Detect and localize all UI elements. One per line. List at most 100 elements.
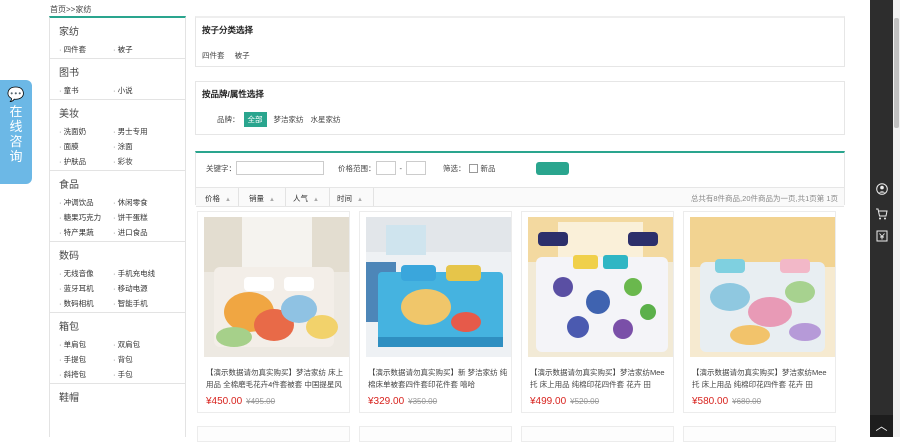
category-link[interactable]: 冲调饮品 [59,197,113,208]
category-title[interactable]: 图书 [59,64,185,79]
brand-option-all[interactable]: 全部 [243,112,267,127]
sort-price[interactable]: 价格 ▲ [205,193,231,204]
keyword-input[interactable] [236,161,324,175]
sort-arrow-icon: ▲ [313,197,319,203]
brand-option[interactable]: 梦洁家纺 [274,114,304,125]
scrollbar-thumb[interactable] [894,18,899,128]
coupon-icon[interactable] [870,226,893,246]
user-icon[interactable] [870,179,893,199]
screen-label: 筛选： [443,163,466,173]
consult-label: 在线咨询 [9,104,23,164]
category-link[interactable]: 进口食品 [113,227,173,238]
sort-popularity[interactable]: 人气 ▲ [293,193,319,204]
category-link[interactable]: 蓝牙耳机 [59,283,113,294]
category-group: 美妆 洗面奶 男士专用 面膜 涂面 护肤品 彩妆 [50,100,185,171]
price-min-input[interactable] [375,161,396,175]
sort-arrow-icon: ▲ [357,197,363,203]
result-info: 总共有8件商品,20件商品为一页,共1页第 1页 [690,194,838,203]
category-group: 家纺 四件套 被子 [50,18,185,59]
brand-label: 品牌： [217,115,240,124]
category-link[interactable]: 特产果蔬 [59,227,113,238]
category-link[interactable]: 洗面奶 [59,126,113,137]
category-title[interactable]: 家纺 [59,23,185,38]
product-card[interactable] [683,426,836,442]
subcategory-link[interactable]: 被子 [235,51,250,60]
product-card[interactable]: 【演示数据请勿真实购买】梦洁家纺Mee托 床上用品 纯棉印花四件套 花卉 田 ¥… [683,211,836,413]
product-image[interactable] [690,217,835,357]
category-link[interactable]: 手机充电线 [113,268,173,279]
price-range-label: 价格范围： [338,163,376,173]
category-link[interactable]: 无线音像 [59,268,113,279]
category-link[interactable]: 背包 [113,354,173,365]
category-link[interactable]: 饼干蛋糕 [113,212,173,223]
brand-option[interactable]: 水星家纺 [311,114,341,125]
product-name[interactable]: 【演示数据请勿真实购买】新 梦洁家纺 纯棉床单被套四件套印花件套 嘻哈 [368,367,508,391]
product-name[interactable]: 【演示数据请勿真实购买】梦洁家纺 床上用品 全棉磨毛花卉4件套被套 中国提星风 [206,367,346,391]
price-separator: - [399,163,403,173]
category-link[interactable]: 双肩包 [113,339,173,350]
cart-icon[interactable] [870,204,893,224]
product-name[interactable]: 【演示数据请勿真实购买】梦洁家纺Mee托 床上用品 纯棉印花四件套 花卉 田 [530,367,670,391]
category-group: 鞋帽 [50,384,185,413]
product-old-price: ¥350.00 [408,397,438,406]
product-card[interactable]: 【演示数据请勿真实购买】梦洁家纺Mee托 床上用品 纯棉印花四件套 花卉 田 ¥… [521,211,674,413]
back-to-top-icon[interactable]: ︿ [870,415,893,437]
category-link[interactable]: 被子 [113,44,173,55]
product-image[interactable] [366,217,511,357]
category-link[interactable]: 小说 [113,85,173,96]
category-link[interactable]: 斜挎包 [59,369,113,380]
product-image[interactable] [528,217,673,357]
product-card[interactable] [197,426,350,442]
sort-time[interactable]: 时间 ▲ [337,193,363,204]
product-price: ¥329.00 ¥350.00 [368,396,438,407]
product-old-price: ¥495.00 [246,397,276,406]
category-link[interactable]: 彩妆 [113,156,173,167]
new-checkbox[interactable] [468,163,478,173]
category-title[interactable]: 数码 [59,247,185,262]
category-link[interactable]: 护肤品 [59,156,113,167]
category-title[interactable]: 鞋帽 [59,389,185,404]
product-card[interactable] [521,426,674,442]
category-group: 食品 冲调饮品 休闲零食 糖果巧克力 饼干蛋糕 特产果蔬 进口食品 [50,171,185,242]
category-link[interactable]: 涂面 [113,141,173,152]
category-title[interactable]: 箱包 [59,318,185,333]
search-button[interactable] [535,161,569,175]
chat-bubble-icon: 💬 [7,86,25,102]
category-link[interactable]: 单肩包 [59,339,113,350]
online-consult-widget[interactable]: 💬 在线咨询 [0,80,32,184]
category-link[interactable]: 四件套 [59,44,113,55]
category-link[interactable]: 糖果巧克力 [59,212,113,223]
sort-arrow-icon: ▲ [225,197,231,203]
product-name[interactable]: 【演示数据请勿真实购买】梦洁家纺Mee托 床上用品 纯棉印花四件套 花卉 田 [692,367,832,391]
product-price: ¥450.00 ¥495.00 [206,396,276,407]
category-title[interactable]: 美妆 [59,105,185,120]
category-link[interactable]: 休闲零食 [113,197,173,208]
brand-title: 按品牌/属性选择 [202,89,264,99]
category-group: 数码 无线音像 手机充电线 蓝牙耳机 移动电源 数码相机 智能手机 [50,242,185,313]
breadcrumb[interactable]: 首页>>家纺 [50,4,91,15]
product-card[interactable] [359,426,512,442]
category-link[interactable]: 移动电源 [113,283,173,294]
subcategory-panel: 按子分类选择 四件套 被子 [195,16,845,67]
product-card[interactable]: 【演示数据请勿真实购买】新 梦洁家纺 纯棉床单被套四件套印花件套 嘻哈 ¥329… [359,211,512,413]
filter-bar: 关键字： 价格范围： - 筛选： 新品 价格 ▲ 销量 ▲ 人气 ▲ 时间 ▲ 总共有8… [195,151,845,207]
category-link[interactable]: 男士专用 [113,126,173,137]
category-link[interactable]: 智能手机 [113,298,173,309]
category-link[interactable]: 童书 [59,85,113,96]
category-group: 图书 童书 小说 [50,59,185,100]
product-image[interactable] [204,217,349,357]
sort-sales[interactable]: 销量 ▲ [249,193,275,204]
category-sidebar: 家纺 四件套 被子 图书 童书 小说 美妆 洗面奶 男士专用 面膜 涂面 护肤品… [49,16,186,437]
category-title[interactable]: 食品 [59,176,185,191]
category-link[interactable]: 面膜 [59,141,113,152]
product-card[interactable]: 【演示数据请勿真实购买】梦洁家纺 床上用品 全棉磨毛花卉4件套被套 中国提星风 … [197,211,350,413]
category-link[interactable]: 数码相机 [59,298,113,309]
product-price: ¥499.00 ¥520.00 [530,396,600,407]
subcategory-link[interactable]: 四件套 [202,51,225,60]
keyword-label: 关键字： [206,163,236,173]
price-max-input[interactable] [406,161,426,175]
category-link[interactable]: 手提包 [59,354,113,365]
scrollbar[interactable] [893,0,900,437]
category-link[interactable]: 手包 [113,369,173,380]
new-label: 新品 [480,163,496,173]
